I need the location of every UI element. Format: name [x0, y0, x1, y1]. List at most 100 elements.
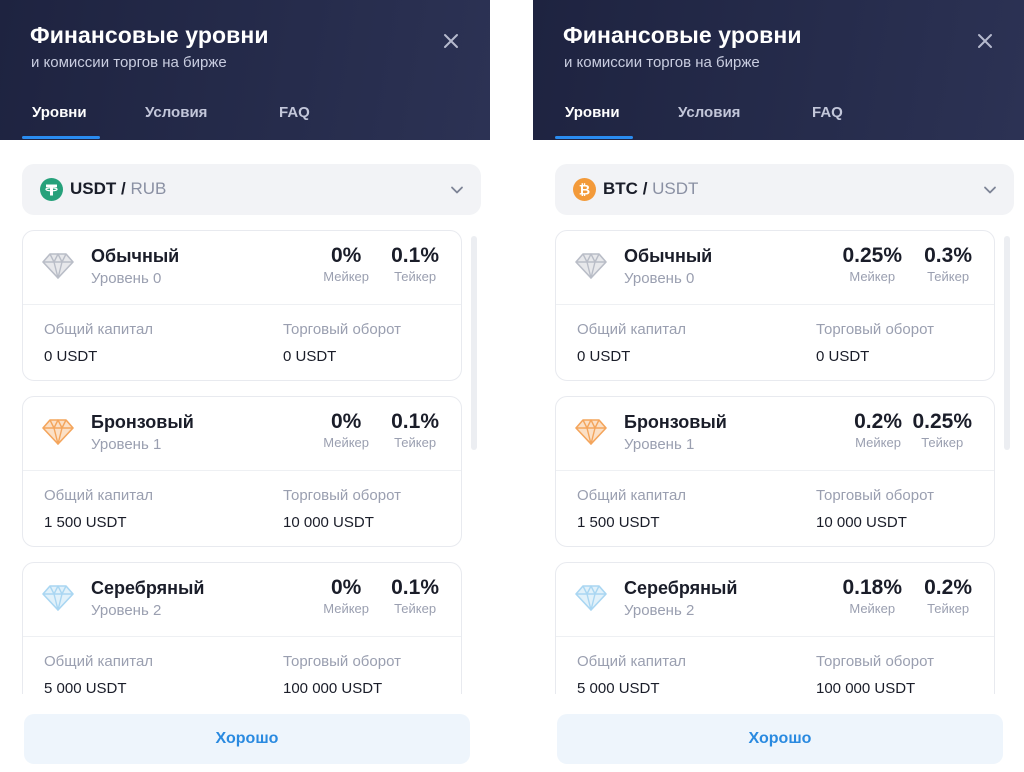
diamond-silver-icon	[42, 584, 74, 617]
taker-fee: 0.1% Тейкер	[391, 410, 439, 450]
level-name: Бронзовый	[91, 412, 194, 432]
level-name: Серебряный	[624, 578, 738, 598]
pair-quote: USDT	[652, 179, 699, 198]
modal-title: Финансовые уровни	[30, 22, 269, 48]
level-number: Уровень 2	[91, 602, 162, 619]
maker-fee-value: 0%	[330, 244, 362, 267]
trading-turnover-label: Торговый оборот	[816, 321, 934, 338]
modal-header: Финансовые уровни и комиссии торгов на би…	[0, 0, 490, 140]
close-icon	[978, 34, 992, 48]
chevron-down-icon	[984, 186, 996, 194]
taker-fee-value: 0.2%	[924, 576, 972, 599]
trading-pair-label: BTC / USDT	[603, 179, 698, 199]
taker-fee: 0.2% Тейкер	[924, 576, 972, 616]
pair-base: USDT	[70, 179, 117, 198]
taker-fee-label: Тейкер	[927, 269, 970, 284]
total-capital-label: Общий капитал	[44, 653, 154, 670]
tab-1[interactable]: Условия	[145, 104, 207, 121]
close-button[interactable]	[974, 30, 996, 52]
ok-button[interactable]: Хорошо	[557, 714, 1003, 764]
maker-fee-value: 0%	[330, 576, 362, 599]
tab-1[interactable]: Условия	[678, 104, 740, 121]
levels-list[interactable]: Обычный Уровень 0 0% Мейкер 0.1% Тейкер Общий …	[0, 228, 490, 694]
tab-0[interactable]: Уровни	[32, 104, 87, 121]
taker-fee: 0.25% Тейкер	[912, 410, 972, 450]
maker-fee: 0.2% Мейкер	[854, 410, 902, 450]
total-capital-value: 0 USDT	[577, 348, 631, 365]
trading-turnover-value: 10 000 USDT	[816, 514, 907, 531]
tab-2[interactable]: FAQ	[812, 104, 843, 121]
chevron-down-icon	[451, 186, 463, 194]
tether-icon	[40, 178, 63, 201]
scrollbar[interactable]	[1004, 236, 1010, 450]
close-button[interactable]	[440, 30, 462, 52]
level-card: Серебряный Уровень 2 0.18% Мейкер 0.2% Тейкер…	[555, 562, 995, 694]
scrollbar[interactable]	[471, 236, 477, 450]
level-header: Обычный Уровень 0 0% Мейкер 0.1% Тейкер	[23, 231, 461, 305]
taker-fee-value: 0.1%	[391, 410, 439, 433]
close-icon	[444, 34, 458, 48]
maker-fee-label: Мейкер	[323, 269, 369, 284]
modal-title: Финансовые уровни	[563, 22, 802, 48]
level-header: Обычный Уровень 0 0.25% Мейкер 0.3% Тейкер	[556, 231, 994, 305]
taker-fee-value: 0.1%	[391, 244, 439, 267]
maker-fee-label: Мейкер	[855, 435, 901, 450]
trading-turnover-value: 100 000 USDT	[816, 680, 916, 694]
maker-fee: 0% Мейкер	[323, 576, 369, 616]
maker-fee: 0% Мейкер	[323, 410, 369, 450]
taker-fee-label: Тейкер	[921, 435, 964, 450]
level-card: Бронзовый Уровень 1 0% Мейкер 0.1% Тейкер Общи…	[22, 396, 462, 547]
maker-fee-value: 0.18%	[842, 576, 902, 599]
tab-bar: Уровни Условия FAQ	[533, 98, 1024, 140]
taker-fee: 0.1% Тейкер	[391, 244, 439, 284]
diamond-bronze-icon	[42, 418, 74, 451]
ok-button[interactable]: Хорошо	[24, 714, 470, 764]
total-capital-label: Общий капитал	[44, 321, 154, 338]
level-name: Бронзовый	[624, 412, 727, 432]
trading-turnover-value: 100 000 USDT	[283, 680, 383, 694]
maker-fee-label: Мейкер	[849, 269, 896, 284]
trading-turnover-label: Торговый оборот	[816, 487, 934, 504]
trading-turnover-label: Торговый оборот	[816, 653, 934, 670]
level-name: Серебряный	[91, 578, 205, 598]
taker-fee: 0.3% Тейкер	[924, 244, 972, 284]
trading-turnover-label: Торговый оборот	[283, 321, 401, 338]
taker-fee-label: Тейкер	[394, 435, 437, 450]
maker-fee: 0.25% Мейкер	[842, 244, 902, 284]
taker-fee: 0.1% Тейкер	[391, 576, 439, 616]
total-capital-label: Общий капитал	[577, 653, 687, 670]
maker-fee: 0.18% Мейкер	[842, 576, 902, 616]
modal-subtitle: и комиссии торгов на бирже	[564, 54, 760, 71]
trading-turnover-value: 0 USDT	[283, 348, 337, 365]
level-header: Серебряный Уровень 2 0.18% Мейкер 0.2% Тейкер	[556, 563, 994, 637]
pair-base: BTC	[603, 179, 638, 198]
maker-fee-label: Мейкер	[849, 601, 896, 616]
bitcoin-icon: ₿	[573, 178, 596, 201]
trading-pair-dropdown[interactable]: USDT / RUB	[22, 164, 481, 215]
trading-turnover-label: Торговый оборот	[283, 653, 401, 670]
tab-0[interactable]: Уровни	[565, 104, 620, 121]
level-header: Серебряный Уровень 2 0% Мейкер 0.1% Тейкер	[23, 563, 461, 637]
total-capital-value: 1 500 USDT	[44, 514, 127, 531]
maker-fee-value: 0%	[330, 410, 362, 433]
tab-bar: Уровни Условия FAQ	[0, 98, 490, 140]
trading-pair-dropdown[interactable]: ₿ BTC / USDT	[555, 164, 1014, 215]
levels-list[interactable]: Обычный Уровень 0 0.25% Мейкер 0.3% Тейкер Общ…	[533, 228, 1024, 694]
level-number: Уровень 0	[624, 270, 695, 287]
taker-fee-value: 0.25%	[912, 410, 972, 433]
pair-separator: /	[121, 179, 126, 198]
trading-pair-label: USDT / RUB	[70, 179, 166, 199]
total-capital-label: Общий капитал	[577, 487, 687, 504]
diamond-gray-icon	[42, 252, 74, 285]
maker-fee-label: Мейкер	[323, 435, 369, 450]
level-card: Серебряный Уровень 2 0% Мейкер 0.1% Тейкер Общ…	[22, 562, 462, 694]
active-tab-indicator	[555, 136, 633, 139]
modal-subtitle: и комиссии торгов на бирже	[31, 54, 227, 71]
total-capital-value: 5 000 USDT	[44, 680, 127, 694]
level-name: Обычный	[91, 246, 180, 266]
level-number: Уровень 1	[624, 436, 695, 453]
tab-2[interactable]: FAQ	[279, 104, 310, 121]
level-number: Уровень 2	[624, 602, 695, 619]
total-capital-value: 0 USDT	[44, 348, 98, 365]
trading-turnover-label: Торговый оборот	[283, 487, 401, 504]
